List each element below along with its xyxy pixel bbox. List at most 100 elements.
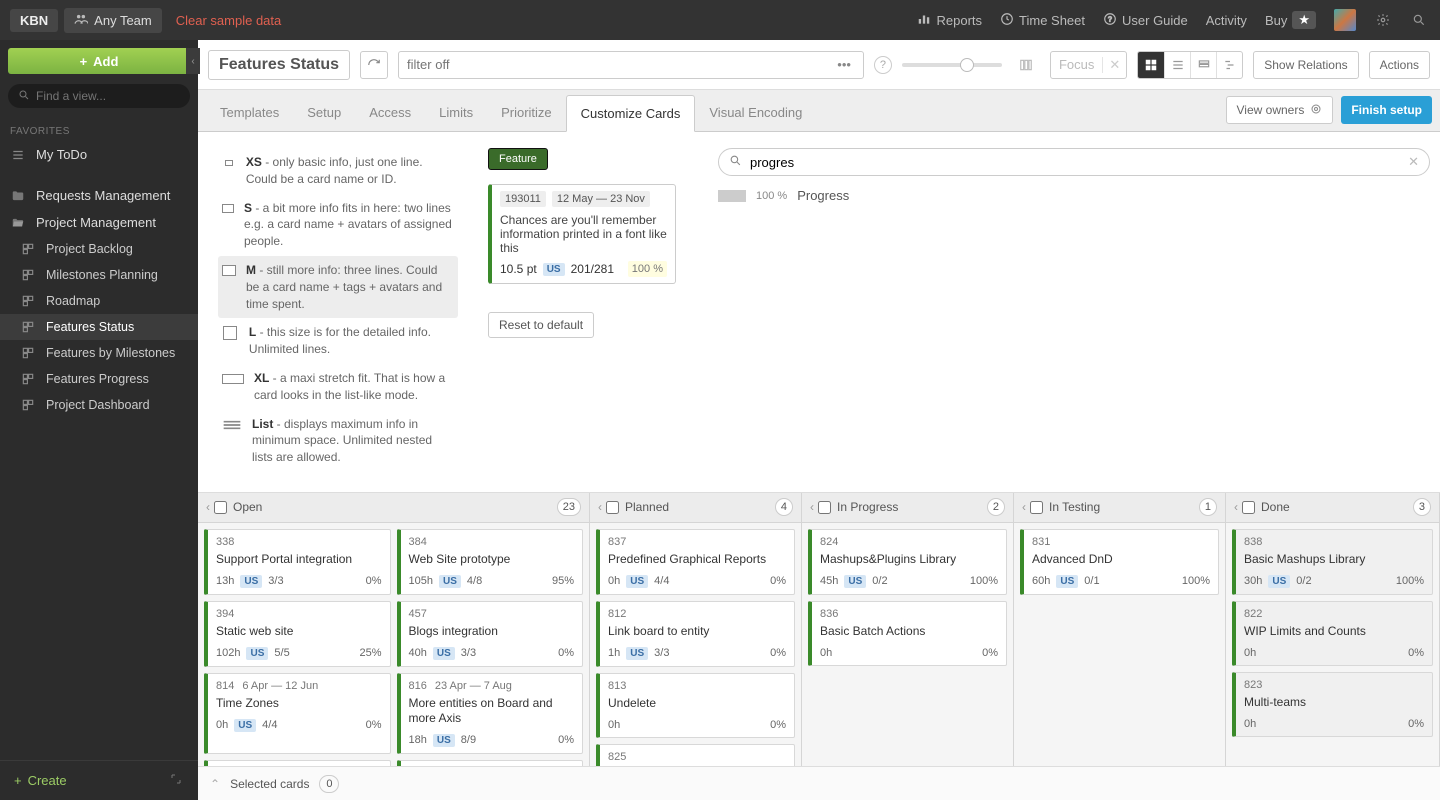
- chevron-left-icon[interactable]: ‹: [1234, 500, 1238, 514]
- card[interactable]: 838Basic Mashups Library30hUS0/2100%: [1232, 529, 1433, 595]
- card[interactable]: 338Support Portal integration13hUS3/30%: [204, 529, 391, 595]
- card[interactable]: 457Blogs integration40hUS3/30%: [397, 601, 584, 667]
- card[interactable]: 831Advanced DnD60hUS0/1100%: [1020, 529, 1219, 595]
- filter-input[interactable]: •••: [398, 51, 864, 79]
- team-selector[interactable]: Any Team: [64, 8, 162, 33]
- sidebar-item-project-backlog[interactable]: Project Backlog: [0, 236, 198, 262]
- focus-toggle[interactable]: Focus ✕: [1050, 51, 1127, 79]
- size-option-list[interactable]: List - displays maximum info in minimum …: [218, 410, 458, 472]
- find-view-input[interactable]: [8, 84, 190, 108]
- tab-templates[interactable]: Templates: [206, 95, 293, 131]
- field-search-field[interactable]: [750, 155, 1400, 170]
- clear-icon[interactable]: ✕: [1408, 154, 1419, 170]
- column-body[interactable]: 838Basic Mashups Library30hUS0/2100%822W…: [1226, 523, 1439, 766]
- tab-limits[interactable]: Limits: [425, 95, 487, 131]
- card-percent: 0%: [366, 719, 382, 731]
- card[interactable]: 824Mashups&Plugins Library45hUS0/2100%: [808, 529, 1007, 595]
- avatar[interactable]: [1334, 9, 1356, 31]
- size-option-m[interactable]: M - still more info: three lines. Could …: [218, 256, 458, 318]
- column-checkbox[interactable]: [214, 501, 227, 514]
- columns-icon[interactable]: [1012, 51, 1040, 79]
- column-checkbox[interactable]: [818, 501, 831, 514]
- sidebar-item-roadmap[interactable]: Roadmap: [0, 288, 198, 314]
- workspace-name[interactable]: KBN: [10, 9, 58, 32]
- tab-setup[interactable]: Setup: [293, 95, 355, 131]
- size-option-xs[interactable]: XS - only basic info, just one line. Cou…: [218, 148, 458, 194]
- card[interactable]: 8146 Apr — 12 JunTime Zones0hUS4/40%: [204, 673, 391, 754]
- show-relations-button[interactable]: Show Relations: [1253, 51, 1358, 79]
- card[interactable]: 81623 Apr — 7 AugMore entities on Board …: [397, 673, 584, 754]
- sidebar-item-features-progress[interactable]: Features Progress: [0, 366, 198, 392]
- view-mode-one-icon[interactable]: [1190, 52, 1216, 78]
- card-hours: 13h: [216, 575, 234, 587]
- tab-customize-cards[interactable]: Customize Cards: [566, 95, 696, 132]
- userguide-link[interactable]: ? User Guide: [1103, 12, 1188, 29]
- size-option-l[interactable]: L - this size is for the detailed info. …: [218, 318, 458, 364]
- chevron-left-icon[interactable]: ‹: [810, 500, 814, 514]
- tab-visual-encoding[interactable]: Visual Encoding: [695, 95, 816, 131]
- column-checkbox[interactable]: [606, 501, 619, 514]
- card[interactable]: 836Basic Batch Actions0h0%: [808, 601, 1007, 666]
- card[interactable]: 825: [596, 744, 795, 766]
- filter-more-icon[interactable]: •••: [833, 57, 855, 72]
- sidebar-item-features-by-milestones[interactable]: Features by Milestones: [0, 340, 198, 366]
- sidebar-item-project-dashboard[interactable]: Project Dashboard: [0, 392, 198, 418]
- view-mode-timeline-icon[interactable]: [1216, 52, 1242, 78]
- view-mode-list-icon[interactable]: [1164, 52, 1190, 78]
- card[interactable]: 394Static web site102hUS5/525%: [204, 601, 391, 667]
- field-search-input[interactable]: ✕: [718, 148, 1430, 176]
- size-option-xl[interactable]: XL - a maxi stretch fit. That is how a c…: [218, 364, 458, 410]
- reset-to-default-button[interactable]: Reset to default: [488, 312, 594, 338]
- actions-button[interactable]: Actions: [1369, 51, 1430, 79]
- sidebar-item-features-status[interactable]: Features Status: [0, 314, 198, 340]
- card[interactable]: 822WIP Limits and Counts0h0%: [1232, 601, 1433, 666]
- search-result-progress[interactable]: 100 % Progress: [718, 188, 1430, 203]
- column-body[interactable]: 824Mashups&Plugins Library45hUS0/2100%83…: [802, 523, 1013, 766]
- view-mode-board-icon[interactable]: [1138, 52, 1164, 78]
- card[interactable]: 384Web Site prototype105hUS4/895%: [397, 529, 584, 595]
- help-icon[interactable]: ?: [874, 56, 892, 74]
- collapse-sidebar-icon[interactable]: ‹: [186, 48, 200, 74]
- card[interactable]: 823Multi-teams0h0%: [1232, 672, 1433, 737]
- column-body[interactable]: 831Advanced DnD60hUS0/1100%: [1014, 523, 1225, 766]
- chevron-left-icon[interactable]: ‹: [598, 500, 602, 514]
- find-view-field[interactable]: [36, 89, 180, 103]
- size-description: XL - a maxi stretch fit. That is how a c…: [254, 370, 454, 404]
- view-title[interactable]: Features Status: [208, 50, 350, 80]
- buy-link[interactable]: Buy ★: [1265, 11, 1316, 29]
- finish-setup-button[interactable]: Finish setup: [1341, 96, 1432, 124]
- sidebar-item-my-todo[interactable]: My ToDo: [0, 141, 198, 168]
- card[interactable]: 813Undelete0h0%: [596, 673, 795, 738]
- create-button[interactable]: + Create: [14, 773, 67, 788]
- reports-link[interactable]: Reports: [917, 12, 982, 29]
- chevron-left-icon[interactable]: ‹: [206, 500, 210, 514]
- column-body[interactable]: 338Support Portal integration13hUS3/30%3…: [198, 523, 589, 766]
- view-owners-button[interactable]: View owners: [1226, 96, 1334, 124]
- clear-sample-link[interactable]: Clear sample data: [176, 13, 282, 28]
- search-icon[interactable]: [1410, 11, 1428, 29]
- sidebar-folder-project-mgmt[interactable]: Project Management: [0, 209, 198, 236]
- tab-access[interactable]: Access: [355, 95, 425, 131]
- activity-link[interactable]: Activity: [1206, 13, 1247, 28]
- filter-field[interactable]: [407, 57, 833, 72]
- chevron-up-icon[interactable]: ⌃: [210, 777, 220, 791]
- column-checkbox[interactable]: [1242, 501, 1255, 514]
- close-icon[interactable]: ✕: [1102, 57, 1126, 73]
- sidebar-item-milestones-planning[interactable]: Milestones Planning: [0, 262, 198, 288]
- tab-prioritize[interactable]: Prioritize: [487, 95, 566, 131]
- add-button[interactable]: + Add: [8, 48, 190, 74]
- gear-icon[interactable]: [1374, 11, 1392, 29]
- zoom-slider[interactable]: [902, 63, 1002, 67]
- sidebar-folder-requests[interactable]: Requests Management: [0, 182, 198, 209]
- chevron-left-icon[interactable]: ‹: [1022, 500, 1026, 514]
- column-body[interactable]: 837Predefined Graphical Reports0hUS4/40%…: [590, 523, 801, 766]
- timesheet-link[interactable]: Time Sheet: [1000, 12, 1085, 29]
- card[interactable]: 812Link board to entity1hUS3/30%: [596, 601, 795, 667]
- column-checkbox[interactable]: [1030, 501, 1043, 514]
- slider-knob[interactable]: [960, 58, 974, 72]
- expand-icon[interactable]: [168, 773, 184, 788]
- size-option-s[interactable]: S - a bit more info fits in here: two li…: [218, 194, 458, 256]
- refresh-icon[interactable]: [360, 51, 388, 79]
- us-chip: US: [234, 719, 256, 732]
- card[interactable]: 837Predefined Graphical Reports0hUS4/40%: [596, 529, 795, 595]
